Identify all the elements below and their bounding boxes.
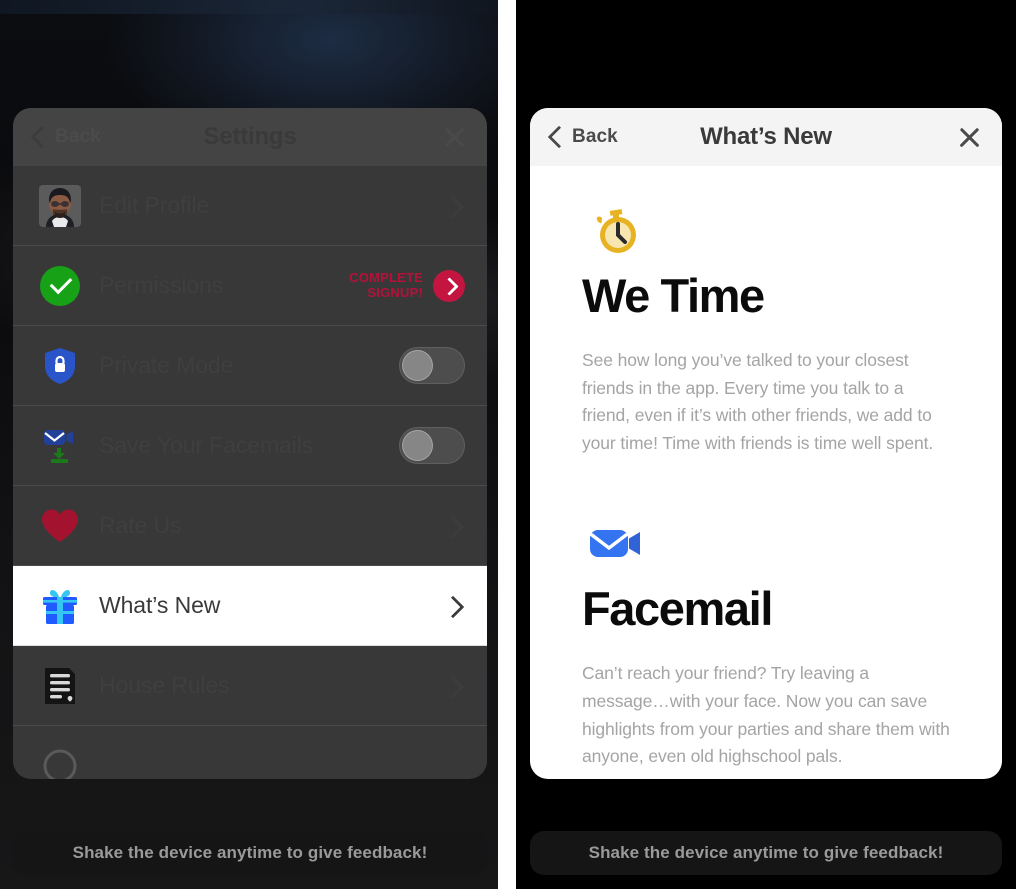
settings-row-label: Save Your Facemails <box>99 432 314 458</box>
save-facemails-toggle[interactable] <box>399 427 465 464</box>
settings-back-label: Back <box>55 126 101 147</box>
shield-lock-icon <box>39 345 81 387</box>
chevron-right-icon <box>445 678 461 694</box>
heart-icon <box>39 505 81 547</box>
whats-new-content[interactable]: We Time See how long you’ve talked to yo… <box>530 166 1002 779</box>
screenshot-root: Back Settings Edit Profile Permissions C… <box>0 0 1016 889</box>
chevron-right-circle-icon[interactable] <box>433 269 465 302</box>
settings-row-label: Private Mode <box>99 352 234 378</box>
settings-row-whats-new[interactable]: What’s New <box>13 566 487 646</box>
section-title: We Time <box>582 269 765 322</box>
chevron-right-icon <box>445 518 461 534</box>
facemail-download-icon <box>39 425 81 467</box>
settings-row-label: Rate Us <box>99 512 182 538</box>
toggle-knob <box>402 350 433 381</box>
settings-row-house-rules[interactable]: House Rules <box>13 646 487 726</box>
toggle-knob <box>402 430 433 461</box>
row-accessory <box>445 598 465 614</box>
settings-row-rate-us[interactable]: Rate Us <box>13 486 487 566</box>
chevron-left-icon <box>548 125 563 149</box>
settings-row-edit-profile[interactable]: Edit Profile <box>13 166 487 246</box>
facemail-video-icon <box>582 513 650 576</box>
section-title: Facemail <box>582 582 773 636</box>
close-icon[interactable] <box>439 122 469 152</box>
settings-row-private-mode[interactable]: Private Mode <box>13 326 487 406</box>
badge-label: COMPLETE SIGNUP! <box>349 271 423 299</box>
panel-divider <box>498 0 516 889</box>
row-accessory <box>399 427 465 464</box>
badge-line-1: COMPLETE <box>349 270 423 286</box>
settings-back-button[interactable]: Back <box>31 125 101 149</box>
document-icon <box>39 665 81 707</box>
row-accessory: COMPLETE SIGNUP! <box>349 269 465 302</box>
whats-new-panel: Back What’s New We Time See how long you… <box>530 108 1002 779</box>
settings-row-label: House Rules <box>99 672 230 698</box>
settings-row-label: Edit Profile <box>99 192 210 218</box>
whats-new-navbar: Back What’s New <box>530 108 1002 166</box>
feedback-toast-left[interactable]: Shake the device anytime to give feedbac… <box>13 831 487 875</box>
whats-new-back-button[interactable]: Back <box>548 125 618 149</box>
stopwatch-icon <box>582 200 650 262</box>
row-accessory <box>399 347 465 384</box>
settings-row-label: What’s New <box>99 592 221 618</box>
row-accessory <box>445 198 465 214</box>
chevron-right-icon <box>445 598 461 614</box>
close-icon[interactable] <box>954 122 984 152</box>
complete-signup-badge[interactable]: COMPLETE SIGNUP! <box>349 269 465 302</box>
settings-row-save-facemails[interactable]: Save Your Facemails <box>13 406 487 486</box>
whats-new-section-facemail: Facemail Can’t reach your friend? Try le… <box>582 513 950 770</box>
avatar-icon <box>39 184 81 227</box>
section-text: See how long you’ve talked to your close… <box>582 349 934 453</box>
settings-row-label: Permissions <box>99 272 224 298</box>
chevron-left-icon <box>31 125 46 149</box>
settings-row-clipped[interactable] <box>13 726 487 779</box>
badge-line-2: SIGNUP! <box>367 284 423 300</box>
green-check-icon <box>39 265 81 307</box>
row-accessory <box>445 678 465 694</box>
private-mode-toggle[interactable] <box>399 347 465 384</box>
section-text: Can’t reach your friend? Try leaving a m… <box>582 663 950 767</box>
settings-row-permissions[interactable]: Permissions COMPLETE SIGNUP! <box>13 246 487 326</box>
whats-new-section-we-time: We Time See how long you’ve talked to yo… <box>582 200 950 457</box>
feedback-toast-right[interactable]: Shake the device anytime to give feedbac… <box>530 831 1002 875</box>
partial-icon <box>39 745 81 779</box>
gift-icon <box>39 585 81 627</box>
settings-panel: Back Settings Edit Profile Permissions C… <box>13 108 487 779</box>
settings-navbar: Back Settings <box>13 108 487 166</box>
settings-list: Edit Profile Permissions COMPLETE SIGNUP… <box>13 166 487 779</box>
row-accessory <box>445 518 465 534</box>
whats-new-back-label: Back <box>572 126 618 147</box>
chevron-right-icon <box>445 198 461 214</box>
